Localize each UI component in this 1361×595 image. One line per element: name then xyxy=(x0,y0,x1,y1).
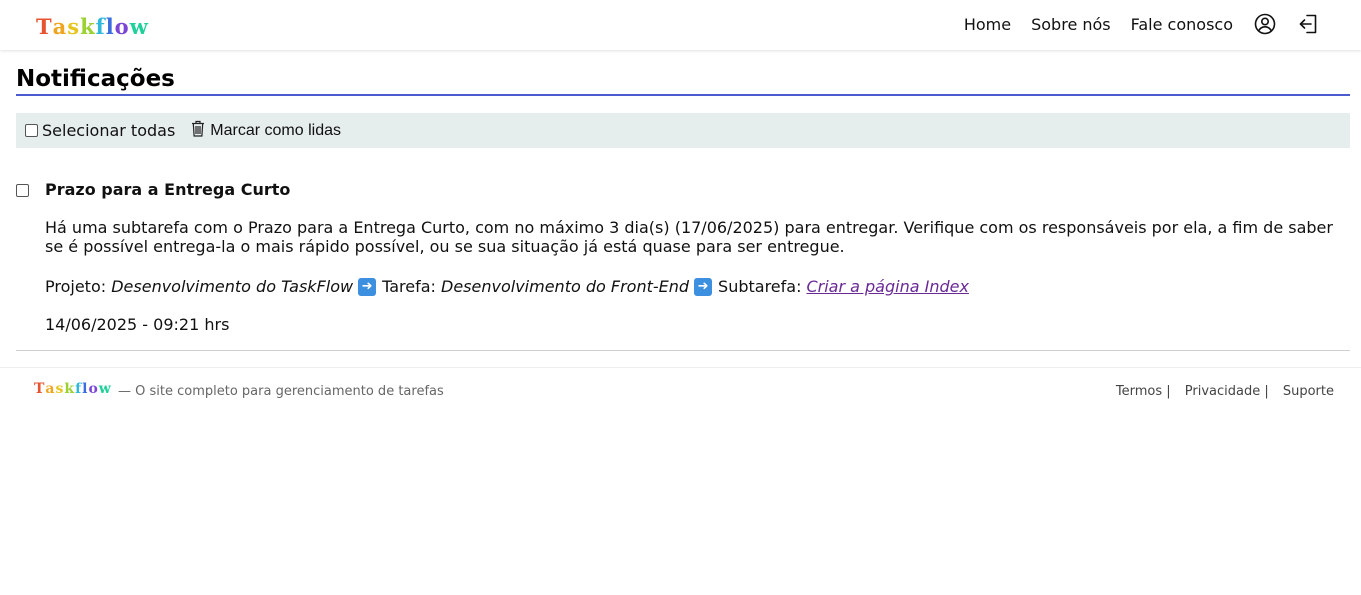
logo-letter: a xyxy=(52,14,68,39)
nav-home-link[interactable]: Home xyxy=(964,15,1011,34)
logo-letter: s xyxy=(55,381,65,397)
notification-datetime: 14/06/2025 - 09:21 hrs xyxy=(45,315,230,334)
logo-letter: s xyxy=(67,14,81,39)
notification-checkbox[interactable] xyxy=(16,184,29,197)
select-all-checkbox[interactable] xyxy=(25,124,38,137)
taskflow-logo[interactable]: Taskflow xyxy=(36,14,149,40)
notification-divider xyxy=(16,350,1350,351)
logo-letter: f xyxy=(95,14,106,39)
footer-logo: Taskflow xyxy=(34,381,112,397)
notification-title: Prazo para a Entrega Curto xyxy=(45,180,291,199)
trash-icon xyxy=(191,120,205,141)
footer-privacy-link[interactable]: Privacidade | xyxy=(1185,384,1269,399)
page-title: Notificações xyxy=(16,66,175,92)
task-label: Tarefa: xyxy=(382,277,436,296)
mark-as-read-label: Marcar como lidas xyxy=(210,121,341,139)
task-name: Desenvolvimento do Front-End xyxy=(441,277,690,296)
footer-tagline: — O site completo para gerenciamento de … xyxy=(118,384,444,399)
project-name: Desenvolvimento do TaskFlow xyxy=(111,277,354,296)
footer-divider xyxy=(0,367,1361,368)
logo-letter: w xyxy=(98,381,112,397)
logo-letter: k xyxy=(80,14,96,39)
footer-support-link[interactable]: Suporte xyxy=(1283,384,1334,399)
logo-letter: T xyxy=(36,14,53,39)
logo-letter: f xyxy=(75,381,83,397)
top-navbar: Taskflow Home Sobre nós Fale conosco xyxy=(0,0,1361,50)
arrow-right-icon: ➜ xyxy=(358,277,377,296)
notification-breadcrumb: Projeto: Desenvolvimento do TaskFlow ➜ T… xyxy=(45,277,969,296)
subtask-link[interactable]: Criar a página Index xyxy=(806,277,968,296)
select-all-label[interactable]: Selecionar todas xyxy=(42,121,175,140)
logo-letter: w xyxy=(129,14,149,39)
user-circle-icon[interactable] xyxy=(1253,12,1277,36)
main-nav: Home Sobre nós Fale conosco xyxy=(944,11,1321,37)
footer-links: Termos | Privacidade | Suporte xyxy=(1106,384,1334,399)
mark-as-read-button[interactable]: Marcar como lidas xyxy=(191,120,341,141)
logo-letter: a xyxy=(45,381,56,397)
footer-terms-link[interactable]: Termos | xyxy=(1116,384,1171,399)
nav-contact-link[interactable]: Fale conosco xyxy=(1131,15,1233,34)
logout-icon[interactable] xyxy=(1297,12,1321,36)
subtask-label: Subtarefa: xyxy=(718,277,802,296)
project-label: Projeto: xyxy=(45,277,107,296)
logo-letter: k xyxy=(64,381,76,397)
notifications-toolbar: Selecionar todas Marcar como lidas xyxy=(16,113,1350,148)
title-divider xyxy=(16,94,1350,96)
arrow-right-icon: ➜ xyxy=(694,277,713,296)
logo-letter: o xyxy=(114,14,130,39)
logo-letter: l xyxy=(105,14,115,39)
logo-letter: T xyxy=(34,381,46,397)
nav-about-link[interactable]: Sobre nós xyxy=(1031,15,1111,34)
logo-letter: o xyxy=(88,381,99,397)
notification-body: Há uma subtarefa com o Prazo para a Entr… xyxy=(45,218,1333,256)
